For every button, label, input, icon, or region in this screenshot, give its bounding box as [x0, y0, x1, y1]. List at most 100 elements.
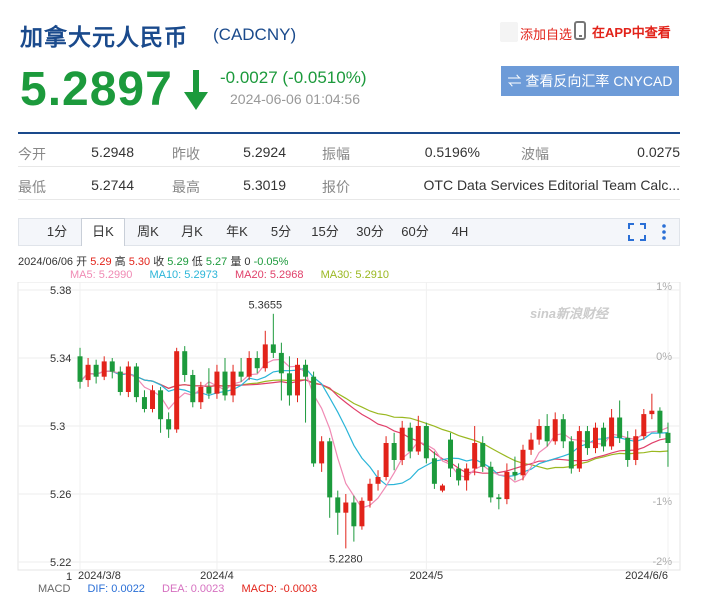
- candle-body: [472, 443, 478, 469]
- candle-body: [649, 410, 655, 415]
- y-tick-label: 5.26: [50, 489, 71, 501]
- tab-60min[interactable]: 60分: [393, 219, 437, 245]
- info-open: 5.29: [90, 256, 112, 268]
- stat-label-open: 今开: [18, 146, 46, 162]
- candle-body: [359, 500, 365, 527]
- info-close-label: 收: [153, 256, 165, 268]
- candle-body: [584, 431, 590, 449]
- candle-body: [609, 417, 615, 447]
- info-high-label: 高: [114, 256, 126, 268]
- candle-body: [254, 358, 260, 369]
- candle-body: [174, 351, 180, 430]
- candle-body: [592, 427, 598, 449]
- macd-axis-label: 1: [66, 571, 72, 582]
- info-vol: 0: [244, 256, 251, 268]
- candle-body: [294, 364, 300, 396]
- candle-body: [383, 443, 389, 477]
- candle-body: [166, 419, 172, 430]
- candle-body: [456, 468, 462, 481]
- candle-body: [206, 386, 212, 394]
- ma30-label: MA30: 5.2910: [320, 269, 390, 281]
- candle-body: [423, 426, 429, 459]
- tab-weekly-k[interactable]: 周K: [126, 219, 170, 245]
- info-pct: -0.05%: [253, 256, 289, 268]
- tab-30min[interactable]: 30分: [348, 219, 392, 245]
- reverse-rate-button[interactable]: ⇌ 查看反向汇率 CNYCAD: [501, 66, 679, 96]
- candle-body: [117, 371, 123, 392]
- candle-body: [125, 366, 131, 392]
- kline-chart[interactable]: 5.38 5.34 5.3 5.26 5.22 1% 0% -1% -2% 2024/3/8 202…: [0, 282, 703, 582]
- candle-body: [238, 371, 244, 377]
- add-favorite-label: 添加自选: [520, 27, 573, 42]
- candle-body: [480, 443, 486, 467]
- candle-body: [93, 364, 99, 377]
- ma10-label: MA10: 5.2973: [149, 269, 218, 281]
- add-favorite-button[interactable]: 添加自选: [500, 22, 574, 45]
- candle-body: [222, 371, 228, 396]
- tab-monthly-k[interactable]: 月K: [170, 219, 214, 245]
- tab-daily-k[interactable]: 日K: [81, 218, 125, 246]
- ma5-label: MA5: 5.2990: [70, 269, 133, 281]
- info-open-label: 开: [76, 256, 88, 268]
- candle-body: [504, 471, 510, 500]
- favorite-icon: [500, 22, 518, 42]
- stat-value-low: 5.2744: [91, 177, 134, 193]
- tab-5min[interactable]: 5分: [259, 219, 303, 245]
- candle-body: [391, 443, 397, 460]
- x-tick-label: 2024/3/8: [78, 570, 121, 582]
- candle-body: [375, 477, 381, 484]
- candle-body: [303, 364, 309, 377]
- candle-body: [230, 371, 236, 396]
- candle-body: [576, 431, 582, 469]
- more-options-icon[interactable]: [655, 223, 673, 241]
- stat-value-prev-close: 5.2924: [243, 144, 286, 160]
- pair-name: 加拿大元人民币: [20, 24, 188, 50]
- candle-body: [77, 356, 83, 382]
- info-low-label: 低: [191, 256, 203, 268]
- candle-body: [641, 414, 647, 437]
- tab-15min[interactable]: 15分: [303, 219, 347, 245]
- candle-body: [109, 361, 115, 372]
- candle-body: [311, 376, 317, 464]
- tab-yearly-k[interactable]: 年K: [215, 219, 259, 245]
- candle-body: [335, 497, 341, 513]
- candle-body: [246, 358, 252, 377]
- view-in-app-button[interactable]: 在APP中查看: [572, 21, 671, 41]
- info-vol-label: 量: [230, 256, 242, 268]
- info-high: 5.30: [128, 256, 151, 268]
- candle-body: [327, 441, 333, 498]
- candle-body: [625, 437, 631, 460]
- quote-timestamp: 2024-06-06 01:04:56: [230, 91, 360, 107]
- phone-icon: [574, 21, 586, 40]
- y-tick-label: 5.22: [50, 557, 71, 569]
- tab-4h[interactable]: 4H: [438, 219, 482, 245]
- current-price: 5.2897: [20, 63, 173, 116]
- stat-label-prev-close: 昨收: [172, 146, 200, 162]
- stat-value-source: OTC Data Services Editorial Team Calc...: [423, 177, 681, 193]
- candle-body: [101, 361, 107, 377]
- candle-body: [367, 483, 373, 501]
- fullscreen-icon[interactable]: [628, 223, 646, 241]
- candle-body: [657, 410, 663, 433]
- right-tick-label: 1%: [656, 282, 672, 293]
- stat-value-open: 5.2948: [91, 144, 134, 160]
- candle-body: [319, 441, 325, 464]
- candle-body: [141, 397, 147, 409]
- right-tick-label: -1%: [652, 496, 672, 508]
- macd-value: MACD: -0.0003: [241, 583, 318, 595]
- ma-legend: MA5: 5.2990 MA10: 5.2973 MA20: 5.2968 MA…: [70, 269, 403, 281]
- tab-1min[interactable]: 1分: [35, 219, 79, 245]
- info-date: 2024/06/06: [18, 256, 74, 268]
- candle-body: [488, 466, 494, 498]
- stat-value-amplitude: 0.5196%: [424, 144, 480, 160]
- candle-body: [278, 352, 284, 374]
- x-tick-label: 2024/5: [410, 570, 444, 582]
- x-tick-label: 2024/6/6: [625, 570, 668, 582]
- stat-label-source: 报价: [322, 179, 350, 195]
- candle-body: [568, 441, 574, 469]
- candle-body: [448, 439, 454, 469]
- candle-body: [85, 364, 91, 381]
- stat-value-volatility: 0.0275: [637, 144, 680, 160]
- candle-body: [665, 432, 671, 443]
- candle-body: [496, 497, 502, 500]
